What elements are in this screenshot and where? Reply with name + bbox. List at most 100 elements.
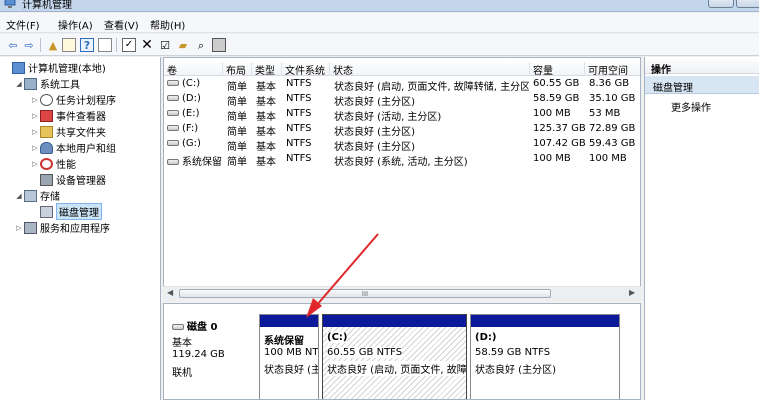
table-row[interactable]: 系统保留 简单 基本 NTFS 状态良好 (系统, 活动, 主分区) 100 M… [164,152,640,168]
menu-view[interactable]: 查看(V) [104,17,139,32]
status-cell: 状态良好 (主分区) [334,127,415,138]
forward-icon[interactable]: ⇨ [22,38,36,52]
users-icon [40,141,53,154]
collapsed-arrow-icon[interactable]: ▷ [30,144,40,152]
checkmark-icon[interactable]: ✓ [122,38,136,52]
scrollbar-thumb[interactable]: III [179,289,551,298]
show-hide-tree-icon[interactable] [62,38,76,52]
tree-item-shared-folders[interactable]: ▷ 共享文件夹 [30,124,106,139]
services-icon [24,221,37,234]
column-header-status[interactable]: 状态 [329,62,529,77]
table-row[interactable]: (C:) 简单 基本 NTFS 状态良好 (启动, 页面文件, 故障转储, 主分… [164,77,640,93]
window-title: 计算机管理 [22,0,72,11]
layout-cell: 简单 [227,97,247,108]
tree-item-root[interactable]: 计算机管理(本地) [2,60,106,75]
table-row[interactable]: (D:) 简单 基本 NTFS 状态良好 (主分区) 58.59 GB 35.1… [164,92,640,108]
disk-icon [172,324,184,330]
tree-item-services-apps[interactable]: ▷ 服务和应用程序 [14,220,110,235]
actions-header: 操作 [645,59,759,76]
computer-management-icon [12,61,25,74]
menu-file[interactable]: 文件(F) [6,17,40,32]
tree-item-disk-management[interactable]: 磁盘管理 [30,203,102,220]
menu-action[interactable]: 操作(A) [58,17,93,32]
column-header-volume[interactable]: 卷 [164,62,222,77]
toolbar-separator [116,38,117,52]
tree-item-label: 服务和应用程序 [40,224,110,235]
scroll-left-icon[interactable]: ◀ [167,288,173,297]
table-row[interactable]: (E:) 简单 基本 NTFS 状态良好 (活动, 主分区) 100 MB 53… [164,107,640,123]
delete-icon[interactable]: ✕ [140,38,154,52]
toolbar: ⇦ ⇨ ▲ ? ✓ ✕ ☑ ▰ ⌕ [0,34,759,56]
volume-cell: (E:) [167,108,200,119]
partition-d[interactable]: (D:) 58.59 GB NTFS 状态良好 (主分区) [470,314,620,399]
volume-list: 卷 布局 类型 文件系统 状态 容量 可用空间 (C:) 简单 基本 NTFS … [163,57,641,300]
menu-bar: 文件(F) 操作(A) 查看(V) 帮助(H) [0,13,759,33]
scroll-right-icon[interactable]: ▶ [629,288,635,297]
tree-item-label: 存储 [40,192,60,203]
properties-view-icon[interactable] [98,38,112,52]
partition-label: (D:) [475,332,497,343]
tree-item-performance[interactable]: ▷ 性能 [30,156,76,171]
capacity-cell: 100 MB [533,108,571,119]
column-header-layout[interactable]: 布局 [222,62,251,77]
tree-item-storage[interactable]: ◢ 存储 [14,188,60,203]
tree-item-event-viewer[interactable]: ▷ 事件查看器 [30,108,106,123]
collapsed-arrow-icon[interactable]: ▷ [30,96,40,104]
column-header-capacity[interactable]: 容量 [529,62,584,77]
drive-icon [167,159,179,165]
tree-item-label: 事件查看器 [56,112,106,123]
disk-size: 119.24 GB [172,349,225,360]
minimize-button[interactable] [708,0,734,8]
tree-item-system-tools[interactable]: ◢ 系统工具 [14,76,80,91]
partition-size: 100 MB NT [264,347,319,358]
back-icon[interactable]: ⇦ [6,38,20,52]
menu-help[interactable]: 帮助(H) [150,17,185,32]
expanded-arrow-icon[interactable]: ◢ [14,192,24,200]
disk-name-row: 磁盘 0 [172,318,217,333]
actions-section-disk-management[interactable]: 磁盘管理 [645,76,759,94]
status-cell: 状态良好 (活动, 主分区) [334,112,442,123]
status-cell: 状态良好 (主分区) [334,97,415,108]
volume-cell: (G:) [167,138,201,149]
collapsed-arrow-icon[interactable]: ▷ [14,224,24,232]
column-header-filesystem[interactable]: 文件系统 [281,62,329,77]
maximize-button[interactable] [736,0,759,8]
help-icon[interactable]: ? [80,38,94,52]
table-row[interactable]: (G:) 简单 基本 NTFS 状态良好 (主分区) 107.42 GB 59.… [164,137,640,153]
capacity-cell: 100 MB [533,153,571,164]
free-cell: 59.43 GB [589,138,636,149]
up-folder-icon[interactable]: ▲ [46,38,60,52]
disk-info[interactable]: 磁盘 0 基本 119.24 GB 联机 [164,312,256,399]
tree-item-local-users[interactable]: ▷ 本地用户和组 [30,140,116,155]
table-row[interactable]: (F:) 简单 基本 NTFS 状态良好 (主分区) 125.37 GB 72.… [164,122,640,138]
volume-name: (C:) [182,78,201,89]
partition-status: 状态良好 (启动, 页面文件, 故障转 [327,361,466,376]
partition-c[interactable]: (C:) 60.55 GB NTFS 状态良好 (启动, 页面文件, 故障转 [322,314,467,399]
horizontal-scrollbar[interactable]: ◀ III ▶ [163,286,641,300]
type-cell: 基本 [256,157,276,168]
settings-icon[interactable] [212,38,226,52]
more-actions-link[interactable]: 更多操作 [671,99,711,114]
tree-item-task-scheduler[interactable]: ▷ 任务计划程序 [30,92,116,107]
filesystem-cell: NTFS [286,93,312,104]
drive-icon [167,140,179,146]
drive-icon [167,110,179,116]
column-header-type[interactable]: 类型 [251,62,281,77]
column-header-free[interactable]: 可用空间 [584,62,638,77]
open-folder-icon[interactable]: ▰ [176,38,190,52]
type-cell: 基本 [256,127,276,138]
free-cell: 8.36 GB [589,78,630,89]
layout-cell: 简单 [227,82,247,93]
partition-label: (C:) [327,332,348,343]
free-cell: 72.89 GB [589,123,636,134]
expanded-arrow-icon[interactable]: ◢ [14,80,24,88]
partition-system-reserved[interactable]: 系统保留 100 MB NT 状态良好 (主 [259,314,319,399]
collapsed-arrow-icon[interactable]: ▷ [30,128,40,136]
properties-icon[interactable]: ☑ [158,38,172,52]
collapsed-arrow-icon[interactable]: ▷ [30,160,40,168]
tree-item-device-manager[interactable]: 设备管理器 [30,172,106,187]
partition-label: 系统保留 [264,336,304,347]
search-icon[interactable]: ⌕ [194,38,208,52]
volume-name: (G:) [182,138,201,149]
collapsed-arrow-icon[interactable]: ▷ [30,112,40,120]
